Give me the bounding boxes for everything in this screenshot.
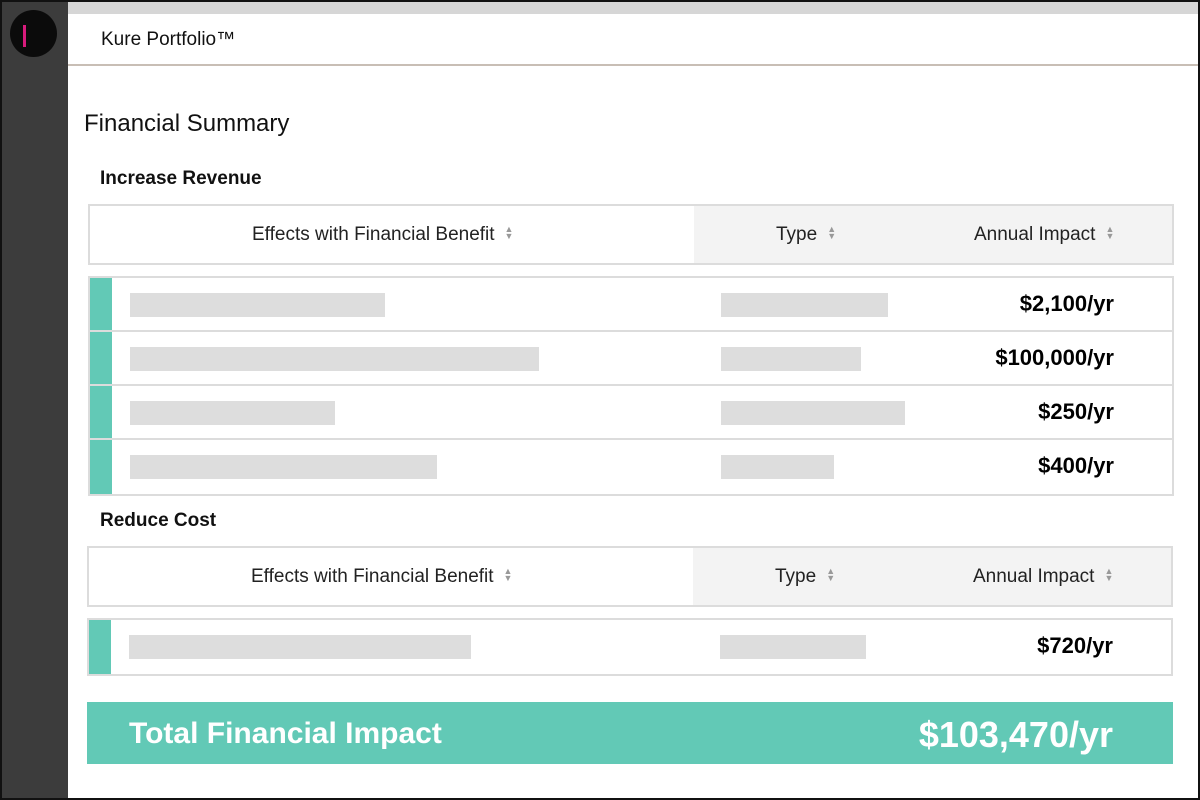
table-row[interactable]: $100,000/yr [90, 332, 1172, 386]
effect-placeholder [130, 347, 539, 371]
logo-icon[interactable] [10, 10, 57, 57]
type-placeholder [721, 401, 905, 425]
type-placeholder [720, 635, 866, 659]
table-row[interactable]: $400/yr [90, 440, 1172, 494]
logo-mark [23, 25, 26, 47]
sort-icon[interactable]: ▲ ▼ [827, 224, 836, 240]
effect-placeholder [130, 401, 335, 425]
total-label: Total Financial Impact [129, 717, 442, 750]
sort-icon[interactable]: ▲ ▼ [1105, 224, 1114, 240]
column-header-effects[interactable]: Effects with Financial Benefit ▲ ▼ [252, 224, 513, 246]
table-row[interactable]: $250/yr [90, 386, 1172, 440]
type-placeholder [721, 347, 861, 371]
app-header: Kure Portfolio™ [68, 14, 1200, 66]
column-header-annual-impact[interactable]: Annual Impact ▲ ▼ [974, 224, 1114, 246]
row-accent [90, 386, 112, 438]
row-accent [90, 278, 112, 330]
table-header-increase-revenue: Effects with Financial Benefit ▲ ▼ Type ▲ ▼ … [88, 204, 1174, 265]
annual-impact-value: $100,000/yr [995, 345, 1114, 370]
effect-placeholder [129, 635, 471, 659]
row-accent [90, 332, 112, 384]
column-header-effects[interactable]: Effects with Financial Benefit ▲ ▼ [251, 566, 512, 588]
sort-icon[interactable]: ▲ ▼ [505, 224, 514, 240]
top-strip [68, 0, 1200, 14]
table-header-reduce-cost: Effects with Financial Benefit ▲ ▼ Type ▲ ▼ … [87, 546, 1173, 607]
effect-placeholder [130, 455, 437, 479]
sort-icon[interactable]: ▲ ▼ [504, 566, 513, 582]
row-accent [90, 440, 112, 494]
column-header-type[interactable]: Type ▲ ▼ [775, 566, 835, 588]
table-body-reduce-cost: $720/yr [87, 618, 1173, 676]
column-header-annual-impact[interactable]: Annual Impact ▲ ▼ [973, 566, 1113, 588]
annual-impact-value: $720/yr [1037, 633, 1113, 658]
column-header-type[interactable]: Type ▲ ▼ [776, 224, 836, 246]
effect-placeholder [130, 293, 385, 317]
sort-icon[interactable]: ▲ ▼ [1104, 566, 1113, 582]
row-accent [89, 620, 111, 674]
table-body-increase-revenue: $2,100/yr $100,000/yr $250/yr $400/yr [88, 276, 1174, 496]
table-row[interactable]: $720/yr [89, 620, 1171, 674]
section-title-increase-revenue: Increase Revenue [100, 168, 262, 189]
sort-icon[interactable]: ▲ ▼ [826, 566, 835, 582]
section-title-reduce-cost: Reduce Cost [100, 510, 217, 531]
type-placeholder [721, 293, 888, 317]
total-value: $103,470/yr [918, 714, 1113, 755]
page-title: Financial Summary [84, 110, 290, 137]
annual-impact-value: $400/yr [1038, 453, 1114, 478]
total-financial-impact-bar: Total Financial Impact $103,470/yr [87, 702, 1173, 764]
annual-impact-value: $250/yr [1038, 399, 1114, 424]
table-row[interactable]: $2,100/yr [90, 278, 1172, 332]
app-title: Kure Portfolio™ [101, 29, 236, 50]
type-placeholder [721, 455, 834, 479]
annual-impact-value: $2,100/yr [1019, 291, 1114, 316]
sidebar [0, 0, 68, 800]
